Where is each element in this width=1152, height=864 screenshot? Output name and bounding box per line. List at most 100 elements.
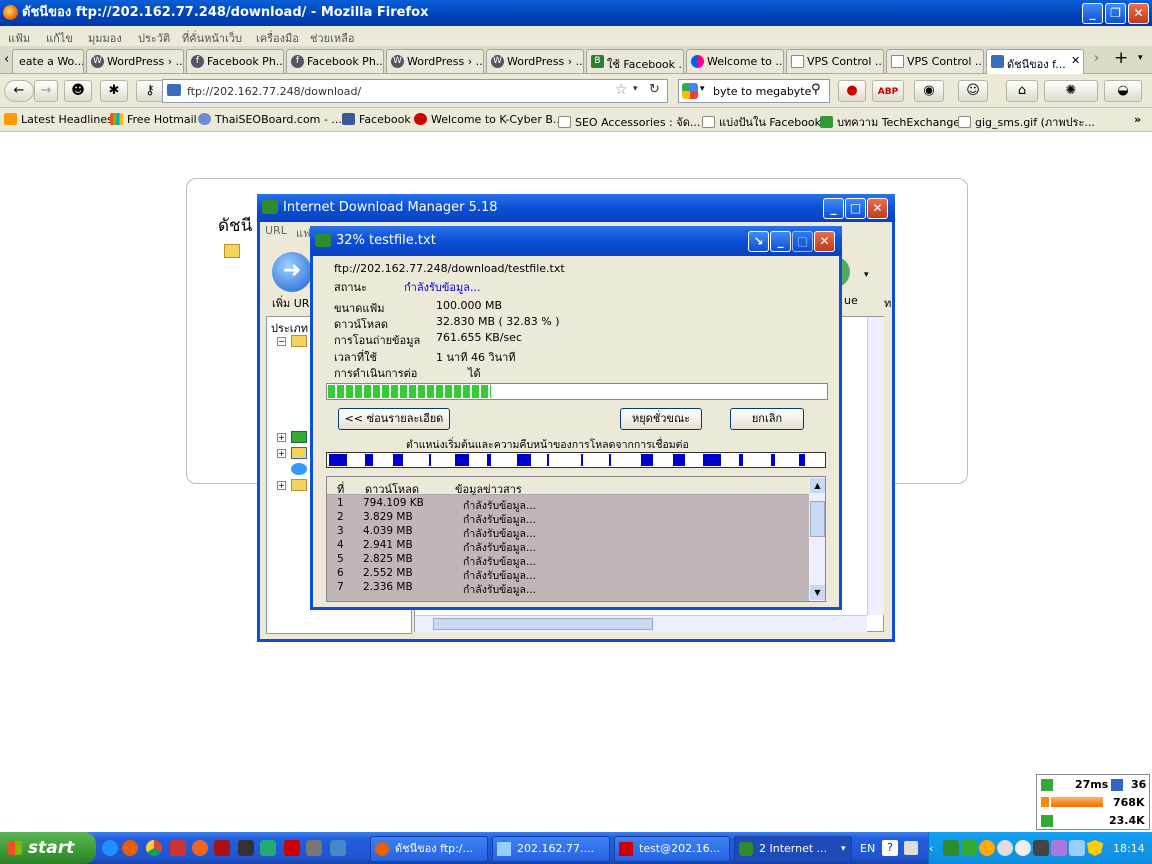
remote-quicklaunch-icon[interactable] [330,840,346,856]
network-quicklaunch-icon[interactable] [260,840,276,856]
tray-network-icon[interactable] [1069,840,1085,856]
connections-scrollbar[interactable]: ▲ ▼ [809,477,825,601]
address-bar[interactable]: ftp://202.162.77.248/download/ ☆ ▾ ↻ [162,79,668,103]
table-row[interactable]: 4 2.941 MB กำลังรับข้อมูล... [327,539,809,554]
new-tab-icon[interactable]: + [1114,48,1128,68]
idm-minimize-button[interactable]: _ [823,198,844,219]
network-meter-tray-icon[interactable] [961,840,977,856]
menu-history[interactable]: ประวัติ [138,29,170,47]
history-dropdown-icon[interactable]: ▾ [633,84,638,94]
table-row[interactable]: 1 794.109 KB กำลังรับข้อมูล... [327,497,809,512]
menu-bookmarks[interactable]: ที่คั่นหน้าเว็บ [182,29,242,47]
hide-details-button[interactable]: << ซ่อนรายละเอียด [338,408,450,430]
key-icon[interactable]: ⚷ [136,80,164,102]
bookmarks-overflow-icon[interactable]: » [1134,113,1141,126]
security-shield-icon[interactable] [1087,840,1103,856]
dialog-minimize-button[interactable]: _ [770,231,791,252]
recorder-quicklaunch-icon[interactable] [214,840,230,856]
tab-vps-control-1[interactable]: VPS Control ... [786,49,884,73]
close-button[interactable]: ✕ [1128,3,1149,24]
bookmark-gig-sms[interactable]: gig_sms.gif (ภาพประ... [958,113,1095,131]
tray-app-icon[interactable] [1051,840,1067,856]
table-row[interactable]: 7 2.336 MB กำลังรับข้อมูล... [327,581,809,596]
bookmark-latest-headlines[interactable]: Latest Headlines [4,113,113,126]
download-list-vscroll[interactable] [867,317,884,615]
search-icon[interactable]: ⚲ [811,82,821,97]
putty-quicklaunch-icon[interactable] [306,840,322,856]
red-addon-icon[interactable]: ● [838,80,866,102]
finished-folder-icon[interactable] [291,447,307,459]
tab-scroll-left-icon[interactable]: ‹ [4,52,9,67]
folder-open-icon[interactable] [291,335,307,347]
table-row[interactable]: 6 2.552 MB กำลังรับข้อมูล... [327,567,809,582]
task-filezilla[interactable]: test@202.16... [614,836,730,862]
globe-addon-icon[interactable]: ✺ [1044,80,1098,102]
idm-menu-file[interactable]: แฟ [296,224,311,242]
tab-ftp-index-active[interactable]: ดัชนีของ f... ✕ [986,49,1084,75]
hscroll-thumb[interactable] [433,618,653,630]
ie-quicklaunch-icon[interactable] [102,840,118,856]
download-list-hscroll[interactable] [415,615,867,632]
tab-wordpress-2[interactable]: W WordPress › ... [386,49,484,73]
tray-app-icon[interactable] [997,840,1013,856]
idm-close-button[interactable]: ✕ [867,198,888,219]
menu-help[interactable]: ช่วยเหลือ [310,29,354,47]
screenshot-icon[interactable]: ◉ [914,80,944,102]
monkey-icon[interactable]: ☺ [958,80,988,102]
addon-icon[interactable]: ☻ [64,80,92,102]
grabber-icon[interactable] [291,463,307,475]
chat-icon[interactable]: ◒ [1104,80,1142,102]
tools-icon[interactable]: ✱ [100,80,128,102]
search-bar[interactable]: ▾ byte to megabyte ⚲ [678,79,830,103]
menu-tools[interactable]: เครื่องมือ [256,29,299,47]
chrome-quicklaunch-icon[interactable] [146,840,162,856]
table-row[interactable]: 2 3.829 MB กำลังรับข้อมูล... [327,511,809,526]
media-quicklaunch-icon[interactable] [192,840,208,856]
dialog-close-button[interactable]: ✕ [814,231,835,252]
adblock-plus-icon[interactable]: ABP [872,80,904,102]
bookmark-facebook[interactable]: Facebook [342,113,411,126]
tree-collapse-icon[interactable]: − [277,337,286,346]
tab-welcome-flickr[interactable]: Welcome to ... [686,49,784,73]
restore-button[interactable]: ❐ [1105,3,1126,24]
tray-app-icon[interactable] [1015,840,1031,856]
minimize-button[interactable]: _ [1082,3,1103,24]
camera-quicklaunch-icon[interactable] [238,840,254,856]
keyboard-icon[interactable] [904,841,918,855]
scroll-thumb[interactable] [810,501,825,537]
bookmark-k-cyber[interactable]: Welcome to K-Cyber B... [414,113,563,126]
search-engine-dropdown-icon[interactable]: ▾ [700,84,705,94]
tab-wordpress-1[interactable]: W WordPress › ... [86,49,184,73]
menu-file[interactable]: แฟ้ม [8,29,30,47]
table-row[interactable]: 5 2.825 MB กำลังรับข้อมูล... [327,553,809,568]
tab-facebook-bn[interactable]: B ใช้ Facebook ... [586,49,684,73]
firefox-quicklaunch-icon[interactable] [122,840,138,856]
tab-vps-control-2[interactable]: VPS Control ... [886,49,984,73]
cancel-button[interactable]: ยกเลิก [730,408,804,430]
tab-wordpress-3[interactable]: W WordPress › ... [486,49,584,73]
dialog-to-tray-button[interactable]: ↘ [748,231,769,252]
idm-tray-icon[interactable] [943,840,959,856]
scroll-up-icon[interactable]: ▲ [810,478,825,493]
idm-toolbar-label[interactable]: ท [884,294,891,312]
tray-collapse-icon[interactable]: ‹ [929,842,933,855]
bookmark-thaiseoboard[interactable]: ThaiSEOBoard.com - ... [198,113,342,126]
task-remote-desktop[interactable]: 202.162.77.... [492,836,610,862]
back-button[interactable]: ← [4,80,34,102]
reload-icon[interactable]: ↻ [649,82,660,97]
forward-button[interactable]: → [34,80,58,102]
queues-folder-icon[interactable] [291,479,307,491]
tree-expand-icon[interactable]: + [277,481,286,490]
task-firefox[interactable]: ดัชนีของ ftp:/... [370,836,488,862]
start-button[interactable]: start [0,832,96,864]
tab-list-icon[interactable]: ▾ [1138,53,1143,63]
filezilla-quicklaunch-icon[interactable] [284,840,300,856]
bookmark-seo-accessories[interactable]: SEO Accessories : จัด... [558,113,700,131]
menu-view[interactable]: มุมมอง [88,29,122,47]
bookmark-techexchange[interactable]: บทความ TechExchange [820,113,960,131]
task-idm-group[interactable]: 2 Internet ... ▾ [734,836,852,862]
tab-create-a-wo[interactable]: eate a Wo... [12,49,84,73]
idm-maximize-button[interactable]: □ [845,198,866,219]
home-icon[interactable]: ⌂ [1006,80,1038,102]
idm-queue-label[interactable]: ue [844,294,858,307]
